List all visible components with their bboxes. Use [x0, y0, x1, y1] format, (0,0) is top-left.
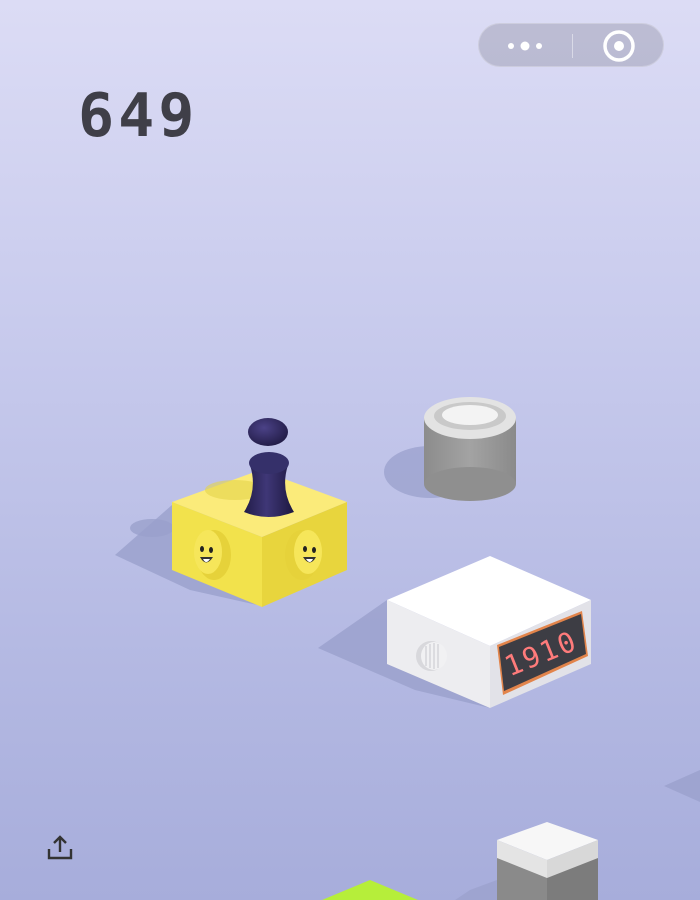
close-button[interactable]: [573, 24, 665, 68]
clock-knob: [416, 641, 447, 671]
clock-box: 1910: [318, 556, 591, 708]
share-button[interactable]: [44, 832, 76, 864]
target-close-icon: [603, 30, 635, 62]
miniprogram-capsule: [478, 23, 664, 67]
menu-button[interactable]: [479, 24, 572, 68]
score-counter: 649: [78, 81, 199, 151]
more-dots-icon: [508, 41, 542, 51]
offscreen-platform-shadow: [664, 770, 700, 802]
gray-stack-platform: [497, 822, 598, 900]
green-platform: [322, 880, 418, 900]
cylinder-platform: [384, 397, 516, 501]
share-upload-icon: [47, 835, 73, 860]
pawn-head: [248, 418, 288, 446]
